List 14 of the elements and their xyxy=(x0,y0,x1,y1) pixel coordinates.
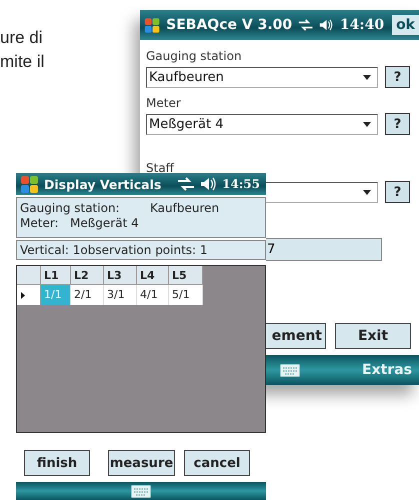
field-label: Gauging station xyxy=(146,49,243,64)
field-label: Meter xyxy=(146,96,182,111)
window-title: SEBAQce V 3.00 xyxy=(166,17,292,33)
window-title: Display Verticals xyxy=(44,176,162,192)
field-label: Staff xyxy=(146,161,176,176)
clock-time: 14:55 xyxy=(222,177,261,191)
clock-time: 14:40 xyxy=(340,17,384,33)
document-text: ure di xyxy=(0,27,43,49)
info-label: Gauging station: xyxy=(20,201,121,216)
info-value: Kaufbeuren xyxy=(150,201,220,216)
info-label: Meter: xyxy=(20,216,60,231)
vertical-info: Vertical: 1observation points: 1 xyxy=(16,240,266,260)
document-text: mite il xyxy=(0,51,44,73)
info-value: Meßgerät 4 xyxy=(70,216,139,231)
